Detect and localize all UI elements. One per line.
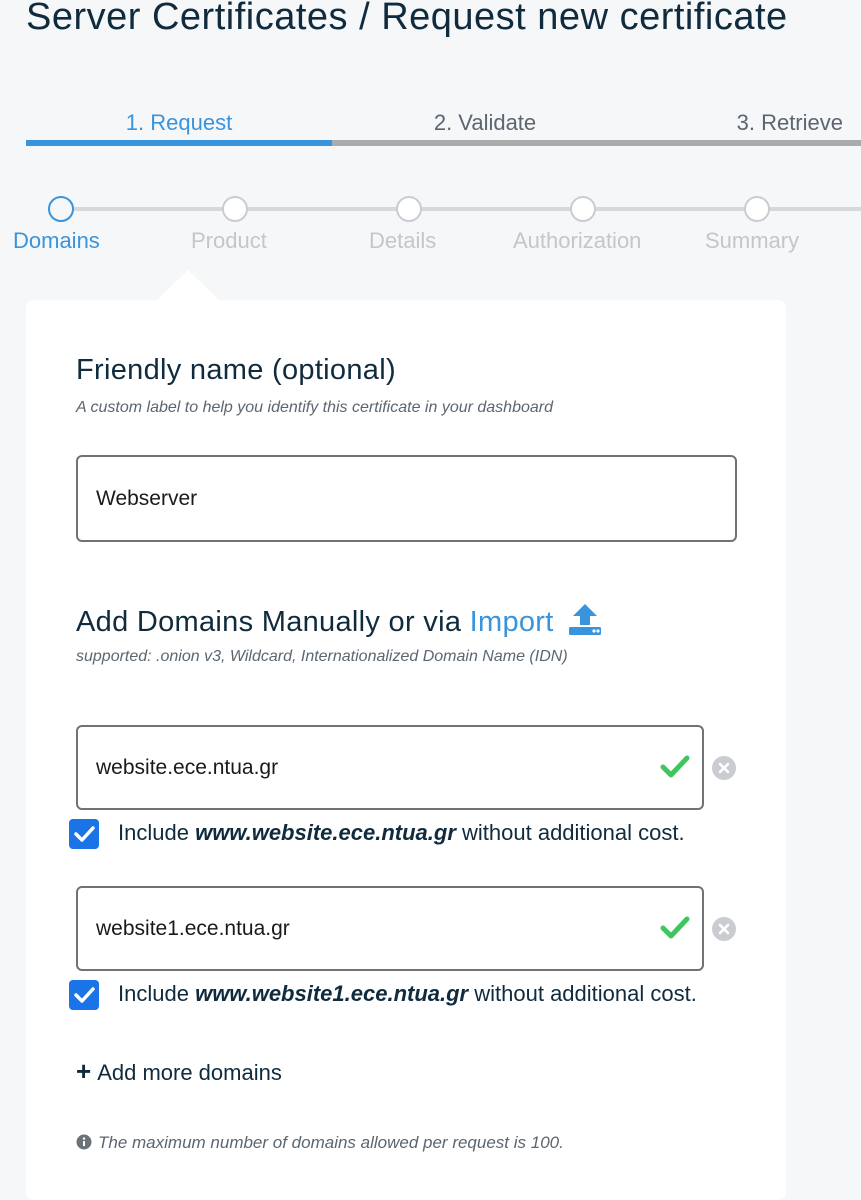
import-link[interactable]: Import (470, 606, 554, 638)
tab-retrieve-indicator (638, 140, 861, 146)
stepper-label-authorization[interactable]: Authorization (513, 228, 641, 254)
include-www-domain: www.website1.ece.ntua.gr (195, 981, 469, 1006)
friendly-name-input[interactable] (76, 455, 737, 542)
include-prefix: Include (118, 820, 189, 845)
stepper-node-details[interactable] (396, 196, 422, 222)
include-suffix: without additional cost. (474, 981, 697, 1006)
include-www-label-2: Include www.website1.ece.ntua.gr without… (118, 981, 697, 1007)
stepper-label-details[interactable]: Details (369, 228, 436, 254)
add-more-domains-button[interactable]: + Add more domains (76, 1056, 282, 1087)
stepper-label-domains[interactable]: Domains (13, 228, 100, 254)
friendly-name-hint: A custom label to help you identify this… (76, 399, 553, 416)
tab-request-label: 1. Request (125, 110, 233, 135)
include-www-checkbox-2[interactable] (69, 980, 99, 1010)
checkmark-icon (74, 826, 95, 842)
add-more-domains-label: Add more domains (97, 1060, 282, 1085)
tab-retrieve[interactable]: 3. Retrieve (638, 108, 861, 146)
remove-domain-icon[interactable] (711, 755, 737, 781)
upload-icon[interactable] (568, 603, 602, 643)
tab-request[interactable]: 1. Request (26, 108, 332, 146)
plus-icon: + (76, 1056, 92, 1086)
include-www-domain: www.website.ece.ntua.gr (195, 820, 456, 845)
domain-input-1[interactable] (76, 725, 704, 810)
max-domains-note-text: The maximum number of domains allowed pe… (98, 1133, 564, 1152)
remove-domain-icon[interactable] (711, 916, 737, 942)
domains-hint: supported: .onion v3, Wildcard, Internat… (76, 648, 568, 665)
tab-validate-indicator (332, 140, 638, 146)
stepper-node-summary[interactable] (744, 196, 770, 222)
tab-retrieve-label: 3. Retrieve (736, 110, 843, 135)
page-title: Server Certificates / Request new certif… (26, 0, 788, 38)
include-suffix: without additional cost. (462, 820, 685, 845)
card-pointer (156, 270, 220, 301)
stepper-node-authorization[interactable] (570, 196, 596, 222)
max-domains-note: The maximum number of domains allowed pe… (76, 1133, 564, 1153)
valid-check-icon (660, 916, 690, 939)
checkmark-icon (74, 987, 95, 1003)
tab-request-indicator (26, 140, 332, 146)
include-www-label-1: Include www.website.ece.ntua.gr without … (118, 820, 685, 846)
stepper-label-product[interactable]: Product (191, 228, 267, 254)
friendly-name-heading: Friendly name (optional) (76, 354, 396, 386)
tab-validate[interactable]: 2. Validate (332, 108, 638, 146)
stepper-label-summary[interactable]: Summary (705, 228, 799, 254)
stepper-node-product[interactable] (222, 196, 248, 222)
step-tabs: 1. Request 2. Validate 3. Retrieve (26, 108, 861, 146)
include-www-checkbox-1[interactable] (69, 819, 99, 849)
domain-input-2[interactable] (76, 886, 704, 971)
valid-check-icon (660, 755, 690, 778)
include-prefix: Include (118, 981, 189, 1006)
stepper-node-domains[interactable] (48, 196, 74, 222)
domains-heading: Add Domains Manually or via Import (76, 603, 602, 643)
stepper-track (62, 207, 861, 211)
domains-heading-text: Add Domains Manually or via (76, 606, 462, 638)
tab-validate-label: 2. Validate (433, 110, 537, 135)
info-icon (76, 1134, 92, 1150)
